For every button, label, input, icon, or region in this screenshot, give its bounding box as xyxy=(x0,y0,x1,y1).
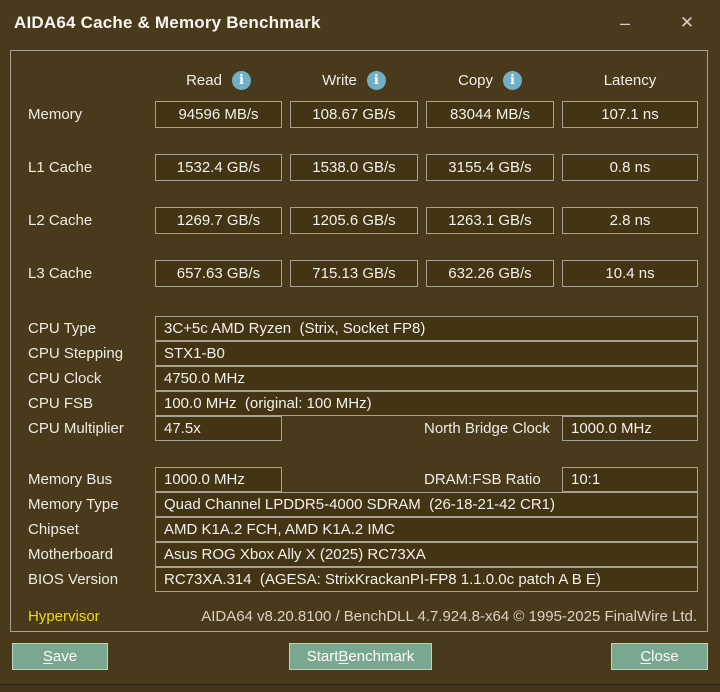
north-bridge-clock-value: 1000.0 MHz xyxy=(562,416,698,441)
bios-version-label: BIOS Version xyxy=(28,571,119,588)
memory-copy-value: 83044 MB/s xyxy=(426,101,554,128)
column-header-copy: Copy i xyxy=(426,68,554,92)
north-bridge-clock-label: North Bridge Clock xyxy=(424,420,550,437)
chipset-value: AMD K1A.2 FCH, AMD K1A.2 IMC xyxy=(155,517,698,542)
column-header-read: Read i xyxy=(155,68,282,92)
version-text: AIDA64 v8.20.8100 / BenchDLL 4.7.924.8-x… xyxy=(201,608,697,625)
copy-info-icon[interactable]: i xyxy=(503,70,523,90)
copy-header-label: Copy xyxy=(457,71,494,89)
memory-type-value: Quad Channel LPDDR5-4000 SDRAM (26-18-21… xyxy=(155,492,698,517)
column-header-write: Write i xyxy=(290,68,418,92)
cpu-stepping-value: STX1-B0 xyxy=(155,341,698,366)
cpu-clock-value: 4750.0 MHz xyxy=(155,366,698,391)
memory-bus-label: Memory Bus xyxy=(28,471,113,488)
cpu-type-label: CPU Type xyxy=(28,320,97,337)
l2-read-value: 1269.7 GB/s xyxy=(155,207,282,234)
read-header-label: Read xyxy=(186,71,222,89)
window-title: AIDA64 Cache & Memory Benchmark xyxy=(14,13,321,32)
save-button[interactable]: Save xyxy=(12,643,108,670)
l1-copy-value: 3155.4 GB/s xyxy=(426,154,554,181)
cpu-clock-label: CPU Clock xyxy=(28,370,102,387)
l1-write-value: 1538.0 GB/s xyxy=(290,154,418,181)
window-bottom-edge xyxy=(0,684,720,692)
aida64-benchmark-window: AIDA64 Cache & Memory Benchmark – ✕ Read… xyxy=(0,0,720,692)
l1-row-label: L1 Cache xyxy=(28,159,93,176)
l2-latency-value: 2.8 ns xyxy=(562,207,698,234)
l2-write-value: 1205.6 GB/s xyxy=(290,207,418,234)
l1-read-value: 1532.4 GB/s xyxy=(155,154,282,181)
close-window-button[interactable]: ✕ xyxy=(672,0,702,46)
memory-latency-value: 107.1 ns xyxy=(562,101,698,128)
chipset-label: Chipset xyxy=(28,521,79,538)
memory-type-label: Memory Type xyxy=(28,496,119,513)
dram-fsb-ratio-label: DRAM:FSB Ratio xyxy=(424,471,541,488)
memory-row-label: Memory xyxy=(28,106,83,123)
close-icon: ✕ xyxy=(679,13,695,32)
l3-read-value: 657.63 GB/s xyxy=(155,260,282,287)
dram-fsb-ratio-value: 10:1 xyxy=(562,467,698,492)
start-benchmark-button[interactable]: Start Benchmark xyxy=(289,643,432,670)
column-header-latency: Latency xyxy=(562,68,698,92)
latency-header-label: Latency xyxy=(603,71,657,89)
memory-read-value: 94596 MB/s xyxy=(155,101,282,128)
minimize-icon: – xyxy=(619,12,630,33)
bios-version-value: RC73XA.314 (AGESA: StrixKrackanPI-FP8 1.… xyxy=(155,567,698,592)
motherboard-label: Motherboard xyxy=(28,546,114,563)
l3-latency-value: 10.4 ns xyxy=(562,260,698,287)
cpu-stepping-label: CPU Stepping xyxy=(28,345,124,362)
motherboard-value: Asus ROG Xbox Ally X (2025) RC73XA xyxy=(155,542,698,567)
l2-copy-value: 1263.1 GB/s xyxy=(426,207,554,234)
memory-write-value: 108.67 GB/s xyxy=(290,101,418,128)
minimize-button[interactable]: – xyxy=(610,0,640,46)
hypervisor-label: Hypervisor xyxy=(28,608,100,625)
cpu-fsb-value: 100.0 MHz (original: 100 MHz) xyxy=(155,391,698,416)
cpu-multiplier-label: CPU Multiplier xyxy=(28,420,124,437)
write-header-label: Write xyxy=(322,71,357,89)
memory-bus-value: 1000.0 MHz xyxy=(155,467,282,492)
l3-write-value: 715.13 GB/s xyxy=(290,260,418,287)
l3-row-label: L3 Cache xyxy=(28,265,93,282)
read-info-icon[interactable]: i xyxy=(231,70,251,90)
cpu-fsb-label: CPU FSB xyxy=(28,395,94,412)
close-button[interactable]: Close xyxy=(611,643,708,670)
l2-row-label: L2 Cache xyxy=(28,212,93,229)
cpu-type-value: 3C+5c AMD Ryzen (Strix, Socket FP8) xyxy=(155,316,698,341)
title-bar: AIDA64 Cache & Memory Benchmark – ✕ xyxy=(0,0,720,46)
l3-copy-value: 632.26 GB/s xyxy=(426,260,554,287)
l1-latency-value: 0.8 ns xyxy=(562,154,698,181)
cpu-multiplier-value: 47.5x xyxy=(155,416,282,441)
write-info-icon[interactable]: i xyxy=(366,70,386,90)
